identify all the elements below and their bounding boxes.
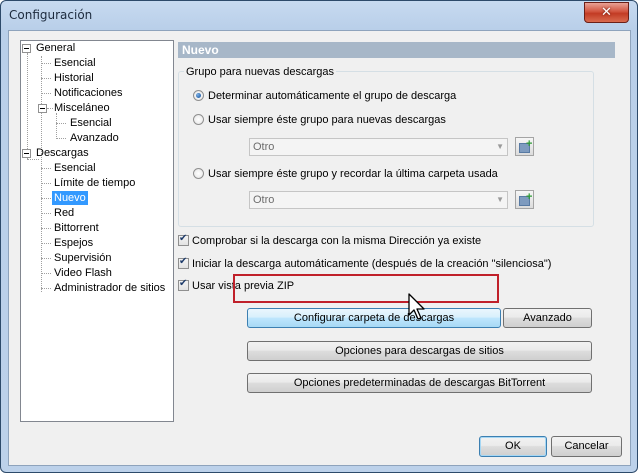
tree-item-nuevo[interactable]: Nuevo xyxy=(52,191,88,205)
close-icon: ✕ xyxy=(601,5,612,20)
radio-remember-folder-label[interactable]: Usar siempre éste grupo y recordar la úl… xyxy=(208,167,498,181)
tree-item-misc-esencial[interactable]: Esencial xyxy=(70,116,112,130)
check-zip-preview[interactable] xyxy=(178,278,189,291)
mouse-cursor-icon xyxy=(408,293,425,320)
tree-item-notificaciones[interactable]: Notificaciones xyxy=(54,86,122,100)
tree-item-espejos[interactable]: Espejos xyxy=(54,236,93,250)
tree-item-miscelaneo[interactable]: Misceláneo xyxy=(54,101,110,115)
radio-remember-folder[interactable] xyxy=(193,168,204,179)
radio-auto-group[interactable] xyxy=(193,90,204,101)
ok-button[interactable]: OK xyxy=(479,436,547,457)
check-duplicate-url[interactable] xyxy=(178,233,189,246)
plus-icon: + xyxy=(526,138,533,150)
tree-item-limite[interactable]: Límite de tiempo xyxy=(54,176,135,190)
tree-item-video-flash[interactable]: Video Flash xyxy=(54,266,112,280)
dialog-window: Configuración ✕ General Esencial Histori… xyxy=(0,0,638,473)
collapse-general-icon[interactable] xyxy=(22,44,31,53)
add-group-button-2[interactable]: + xyxy=(515,190,534,209)
tree-item-bittorrent[interactable]: Bittorrent xyxy=(54,221,99,235)
tree-item-esencial[interactable]: Esencial xyxy=(54,56,96,70)
chevron-down-icon: ▼ xyxy=(496,195,504,204)
page-title: Nuevo xyxy=(178,42,615,58)
radio-auto-group-label[interactable]: Determinar automáticamente el grupo de d… xyxy=(208,89,456,103)
tree-item-misc-avanzado[interactable]: Avanzado xyxy=(70,131,119,145)
tree-item-general[interactable]: General xyxy=(36,41,75,55)
dialog-client-area: General Esencial Historial Notificacione… xyxy=(8,30,631,466)
chevron-down-icon: ▼ xyxy=(496,142,504,151)
radio-always-group-label[interactable]: Usar siempre éste grupo para nuevas desc… xyxy=(208,113,446,127)
add-group-button-1[interactable]: + xyxy=(515,137,534,156)
check-autostart[interactable] xyxy=(178,256,189,269)
group-select-1-value: Otro xyxy=(253,141,275,153)
group-select-2-value: Otro xyxy=(253,194,275,206)
check-duplicate-url-label[interactable]: Comprobar si la descarga con la misma Di… xyxy=(192,234,481,248)
bittorrent-options-button[interactable]: Opciones predeterminadas de descargas Bi… xyxy=(247,373,592,393)
group-select-2[interactable]: Otro ▼ xyxy=(249,191,508,209)
close-button[interactable]: ✕ xyxy=(584,2,629,23)
tree-item-descargas[interactable]: Descargas xyxy=(36,146,89,160)
advanced-button[interactable]: Avanzado xyxy=(503,308,592,328)
configure-download-folder-button[interactable]: Configurar carpeta de descargas xyxy=(247,308,501,328)
cancel-button[interactable]: Cancelar xyxy=(551,436,622,457)
group-select-1[interactable]: Otro ▼ xyxy=(249,138,508,156)
collapse-descargas-icon[interactable] xyxy=(22,149,31,158)
group-label: Grupo para nuevas descargas xyxy=(184,65,336,79)
site-download-options-button[interactable]: Opciones para descargas de sitios xyxy=(247,341,592,361)
tree-item-historial[interactable]: Historial xyxy=(54,71,94,85)
highlight-frame xyxy=(233,274,499,303)
title-bar[interactable]: Configuración ✕ xyxy=(1,1,637,29)
collapse-miscelaneo-icon[interactable] xyxy=(38,104,47,113)
settings-tree[interactable]: General Esencial Historial Notificacione… xyxy=(20,40,174,422)
tree-item-red[interactable]: Red xyxy=(54,206,74,220)
window-title: Configuración xyxy=(9,8,93,22)
check-autostart-label[interactable]: Iniciar la descarga automáticamente (des… xyxy=(192,257,551,271)
radio-always-group[interactable] xyxy=(193,114,204,125)
plus-icon: + xyxy=(526,191,533,203)
tree-item-administrador[interactable]: Administrador de sitios xyxy=(54,281,165,295)
tree-item-supervision[interactable]: Supervisión xyxy=(54,251,111,265)
tree-item-desc-esencial[interactable]: Esencial xyxy=(54,161,96,175)
